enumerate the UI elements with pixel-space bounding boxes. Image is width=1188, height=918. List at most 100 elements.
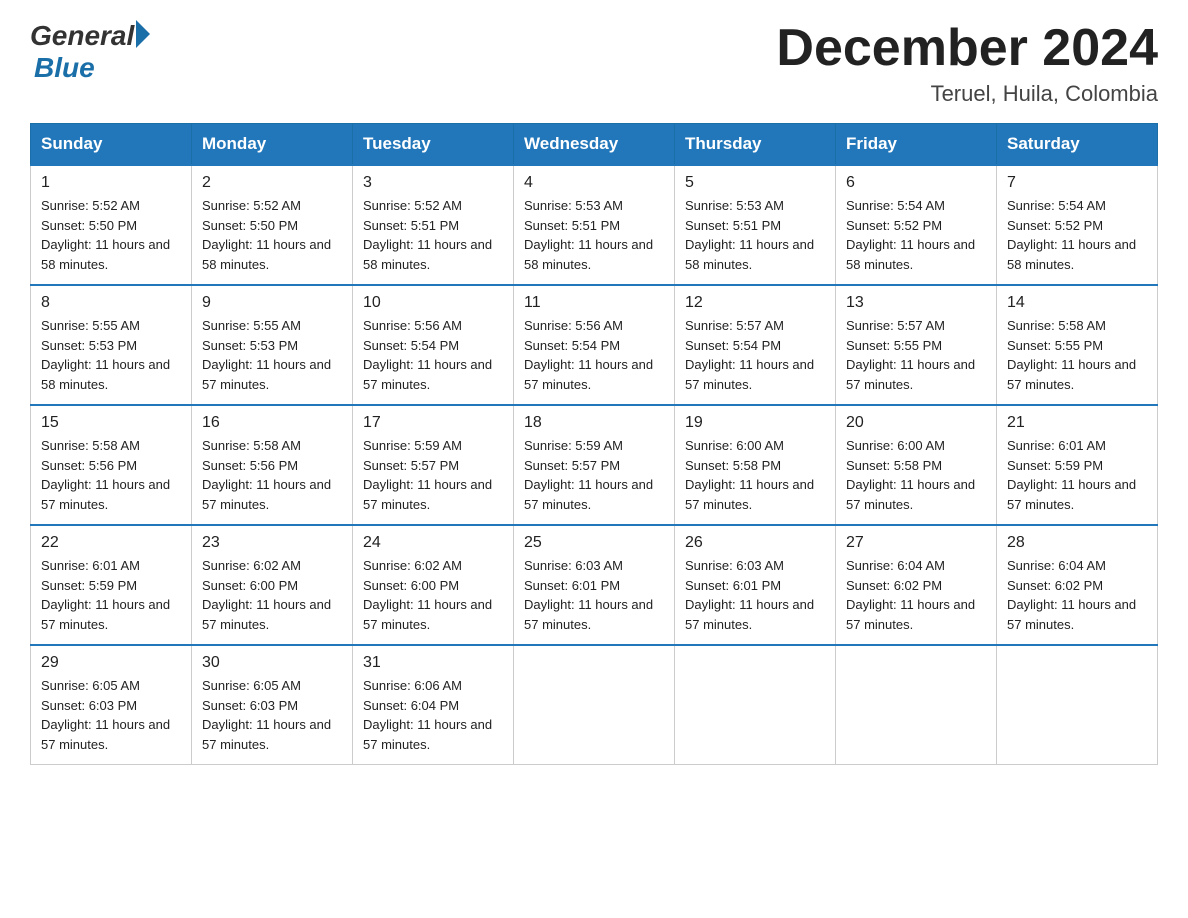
calendar-cell: 7 Sunrise: 5:54 AMSunset: 5:52 PMDayligh… [997, 165, 1158, 285]
week-row-4: 22 Sunrise: 6:01 AMSunset: 5:59 PMDaylig… [31, 525, 1158, 645]
days-header-row: SundayMondayTuesdayWednesdayThursdayFrid… [31, 124, 1158, 166]
day-number: 12 [685, 294, 825, 312]
day-number: 8 [41, 294, 181, 312]
day-number: 26 [685, 534, 825, 552]
day-number: 16 [202, 414, 342, 432]
day-info: Sunrise: 6:06 AMSunset: 6:04 PMDaylight:… [363, 676, 503, 754]
day-number: 24 [363, 534, 503, 552]
calendar-cell: 19 Sunrise: 6:00 AMSunset: 5:58 PMDaylig… [675, 405, 836, 525]
day-number: 6 [846, 174, 986, 192]
day-info: Sunrise: 5:52 AMSunset: 5:50 PMDaylight:… [41, 196, 181, 274]
day-number: 28 [1007, 534, 1147, 552]
day-info: Sunrise: 6:00 AMSunset: 5:58 PMDaylight:… [685, 436, 825, 514]
day-info: Sunrise: 5:58 AMSunset: 5:55 PMDaylight:… [1007, 316, 1147, 394]
day-number: 10 [363, 294, 503, 312]
day-info: Sunrise: 5:56 AMSunset: 5:54 PMDaylight:… [363, 316, 503, 394]
day-info: Sunrise: 5:58 AMSunset: 5:56 PMDaylight:… [41, 436, 181, 514]
logo-arrow-icon [136, 20, 150, 48]
day-header-wednesday: Wednesday [514, 124, 675, 166]
logo-blue-text: Blue [34, 52, 95, 83]
day-number: 21 [1007, 414, 1147, 432]
calendar-cell: 29 Sunrise: 6:05 AMSunset: 6:03 PMDaylig… [31, 645, 192, 765]
day-number: 25 [524, 534, 664, 552]
day-number: 13 [846, 294, 986, 312]
day-number: 20 [846, 414, 986, 432]
day-info: Sunrise: 5:55 AMSunset: 5:53 PMDaylight:… [202, 316, 342, 394]
calendar-cell: 14 Sunrise: 5:58 AMSunset: 5:55 PMDaylig… [997, 285, 1158, 405]
day-info: Sunrise: 6:03 AMSunset: 6:01 PMDaylight:… [524, 556, 664, 634]
day-info: Sunrise: 5:54 AMSunset: 5:52 PMDaylight:… [846, 196, 986, 274]
calendar-cell: 25 Sunrise: 6:03 AMSunset: 6:01 PMDaylig… [514, 525, 675, 645]
calendar-cell: 2 Sunrise: 5:52 AMSunset: 5:50 PMDayligh… [192, 165, 353, 285]
day-info: Sunrise: 6:04 AMSunset: 6:02 PMDaylight:… [846, 556, 986, 634]
calendar-cell: 24 Sunrise: 6:02 AMSunset: 6:00 PMDaylig… [353, 525, 514, 645]
day-info: Sunrise: 6:01 AMSunset: 5:59 PMDaylight:… [1007, 436, 1147, 514]
calendar-cell: 28 Sunrise: 6:04 AMSunset: 6:02 PMDaylig… [997, 525, 1158, 645]
day-number: 4 [524, 174, 664, 192]
calendar-cell: 12 Sunrise: 5:57 AMSunset: 5:54 PMDaylig… [675, 285, 836, 405]
week-row-1: 1 Sunrise: 5:52 AMSunset: 5:50 PMDayligh… [31, 165, 1158, 285]
day-number: 15 [41, 414, 181, 432]
day-number: 23 [202, 534, 342, 552]
day-number: 11 [524, 294, 664, 312]
day-info: Sunrise: 5:59 AMSunset: 5:57 PMDaylight:… [524, 436, 664, 514]
day-number: 31 [363, 654, 503, 672]
calendar-table: SundayMondayTuesdayWednesdayThursdayFrid… [30, 123, 1158, 765]
calendar-cell: 21 Sunrise: 6:01 AMSunset: 5:59 PMDaylig… [997, 405, 1158, 525]
day-info: Sunrise: 6:05 AMSunset: 6:03 PMDaylight:… [41, 676, 181, 754]
day-info: Sunrise: 5:52 AMSunset: 5:51 PMDaylight:… [363, 196, 503, 274]
calendar-cell: 31 Sunrise: 6:06 AMSunset: 6:04 PMDaylig… [353, 645, 514, 765]
day-number: 5 [685, 174, 825, 192]
calendar-cell: 10 Sunrise: 5:56 AMSunset: 5:54 PMDaylig… [353, 285, 514, 405]
calendar-cell: 20 Sunrise: 6:00 AMSunset: 5:58 PMDaylig… [836, 405, 997, 525]
calendar-cell: 27 Sunrise: 6:04 AMSunset: 6:02 PMDaylig… [836, 525, 997, 645]
day-info: Sunrise: 6:02 AMSunset: 6:00 PMDaylight:… [202, 556, 342, 634]
day-header-thursday: Thursday [675, 124, 836, 166]
calendar-cell: 8 Sunrise: 5:55 AMSunset: 5:53 PMDayligh… [31, 285, 192, 405]
day-number: 29 [41, 654, 181, 672]
day-number: 3 [363, 174, 503, 192]
day-info: Sunrise: 5:55 AMSunset: 5:53 PMDaylight:… [41, 316, 181, 394]
day-number: 14 [1007, 294, 1147, 312]
calendar-cell [836, 645, 997, 765]
calendar-cell: 22 Sunrise: 6:01 AMSunset: 5:59 PMDaylig… [31, 525, 192, 645]
location-text: Teruel, Huila, Colombia [776, 81, 1158, 107]
day-number: 2 [202, 174, 342, 192]
calendar-cell: 26 Sunrise: 6:03 AMSunset: 6:01 PMDaylig… [675, 525, 836, 645]
day-info: Sunrise: 6:00 AMSunset: 5:58 PMDaylight:… [846, 436, 986, 514]
day-header-monday: Monday [192, 124, 353, 166]
day-info: Sunrise: 5:53 AMSunset: 5:51 PMDaylight:… [524, 196, 664, 274]
calendar-cell: 6 Sunrise: 5:54 AMSunset: 5:52 PMDayligh… [836, 165, 997, 285]
day-info: Sunrise: 5:53 AMSunset: 5:51 PMDaylight:… [685, 196, 825, 274]
day-info: Sunrise: 6:04 AMSunset: 6:02 PMDaylight:… [1007, 556, 1147, 634]
calendar-cell: 5 Sunrise: 5:53 AMSunset: 5:51 PMDayligh… [675, 165, 836, 285]
day-number: 1 [41, 174, 181, 192]
logo-general-text: General [30, 20, 134, 52]
calendar-cell: 9 Sunrise: 5:55 AMSunset: 5:53 PMDayligh… [192, 285, 353, 405]
day-info: Sunrise: 5:57 AMSunset: 5:54 PMDaylight:… [685, 316, 825, 394]
calendar-cell [675, 645, 836, 765]
calendar-cell: 15 Sunrise: 5:58 AMSunset: 5:56 PMDaylig… [31, 405, 192, 525]
week-row-3: 15 Sunrise: 5:58 AMSunset: 5:56 PMDaylig… [31, 405, 1158, 525]
calendar-cell: 13 Sunrise: 5:57 AMSunset: 5:55 PMDaylig… [836, 285, 997, 405]
day-info: Sunrise: 5:58 AMSunset: 5:56 PMDaylight:… [202, 436, 342, 514]
day-info: Sunrise: 5:59 AMSunset: 5:57 PMDaylight:… [363, 436, 503, 514]
title-section: December 2024 Teruel, Huila, Colombia [776, 20, 1158, 107]
calendar-cell [997, 645, 1158, 765]
day-info: Sunrise: 5:52 AMSunset: 5:50 PMDaylight:… [202, 196, 342, 274]
day-number: 17 [363, 414, 503, 432]
calendar-cell [514, 645, 675, 765]
calendar-cell: 3 Sunrise: 5:52 AMSunset: 5:51 PMDayligh… [353, 165, 514, 285]
day-info: Sunrise: 6:02 AMSunset: 6:00 PMDaylight:… [363, 556, 503, 634]
day-info: Sunrise: 6:05 AMSunset: 6:03 PMDaylight:… [202, 676, 342, 754]
day-info: Sunrise: 6:03 AMSunset: 6:01 PMDaylight:… [685, 556, 825, 634]
day-number: 30 [202, 654, 342, 672]
day-info: Sunrise: 6:01 AMSunset: 5:59 PMDaylight:… [41, 556, 181, 634]
page-header: General Blue December 2024 Teruel, Huila… [30, 20, 1158, 107]
day-header-sunday: Sunday [31, 124, 192, 166]
day-number: 7 [1007, 174, 1147, 192]
calendar-cell: 16 Sunrise: 5:58 AMSunset: 5:56 PMDaylig… [192, 405, 353, 525]
calendar-cell: 30 Sunrise: 6:05 AMSunset: 6:03 PMDaylig… [192, 645, 353, 765]
week-row-5: 29 Sunrise: 6:05 AMSunset: 6:03 PMDaylig… [31, 645, 1158, 765]
day-header-tuesday: Tuesday [353, 124, 514, 166]
